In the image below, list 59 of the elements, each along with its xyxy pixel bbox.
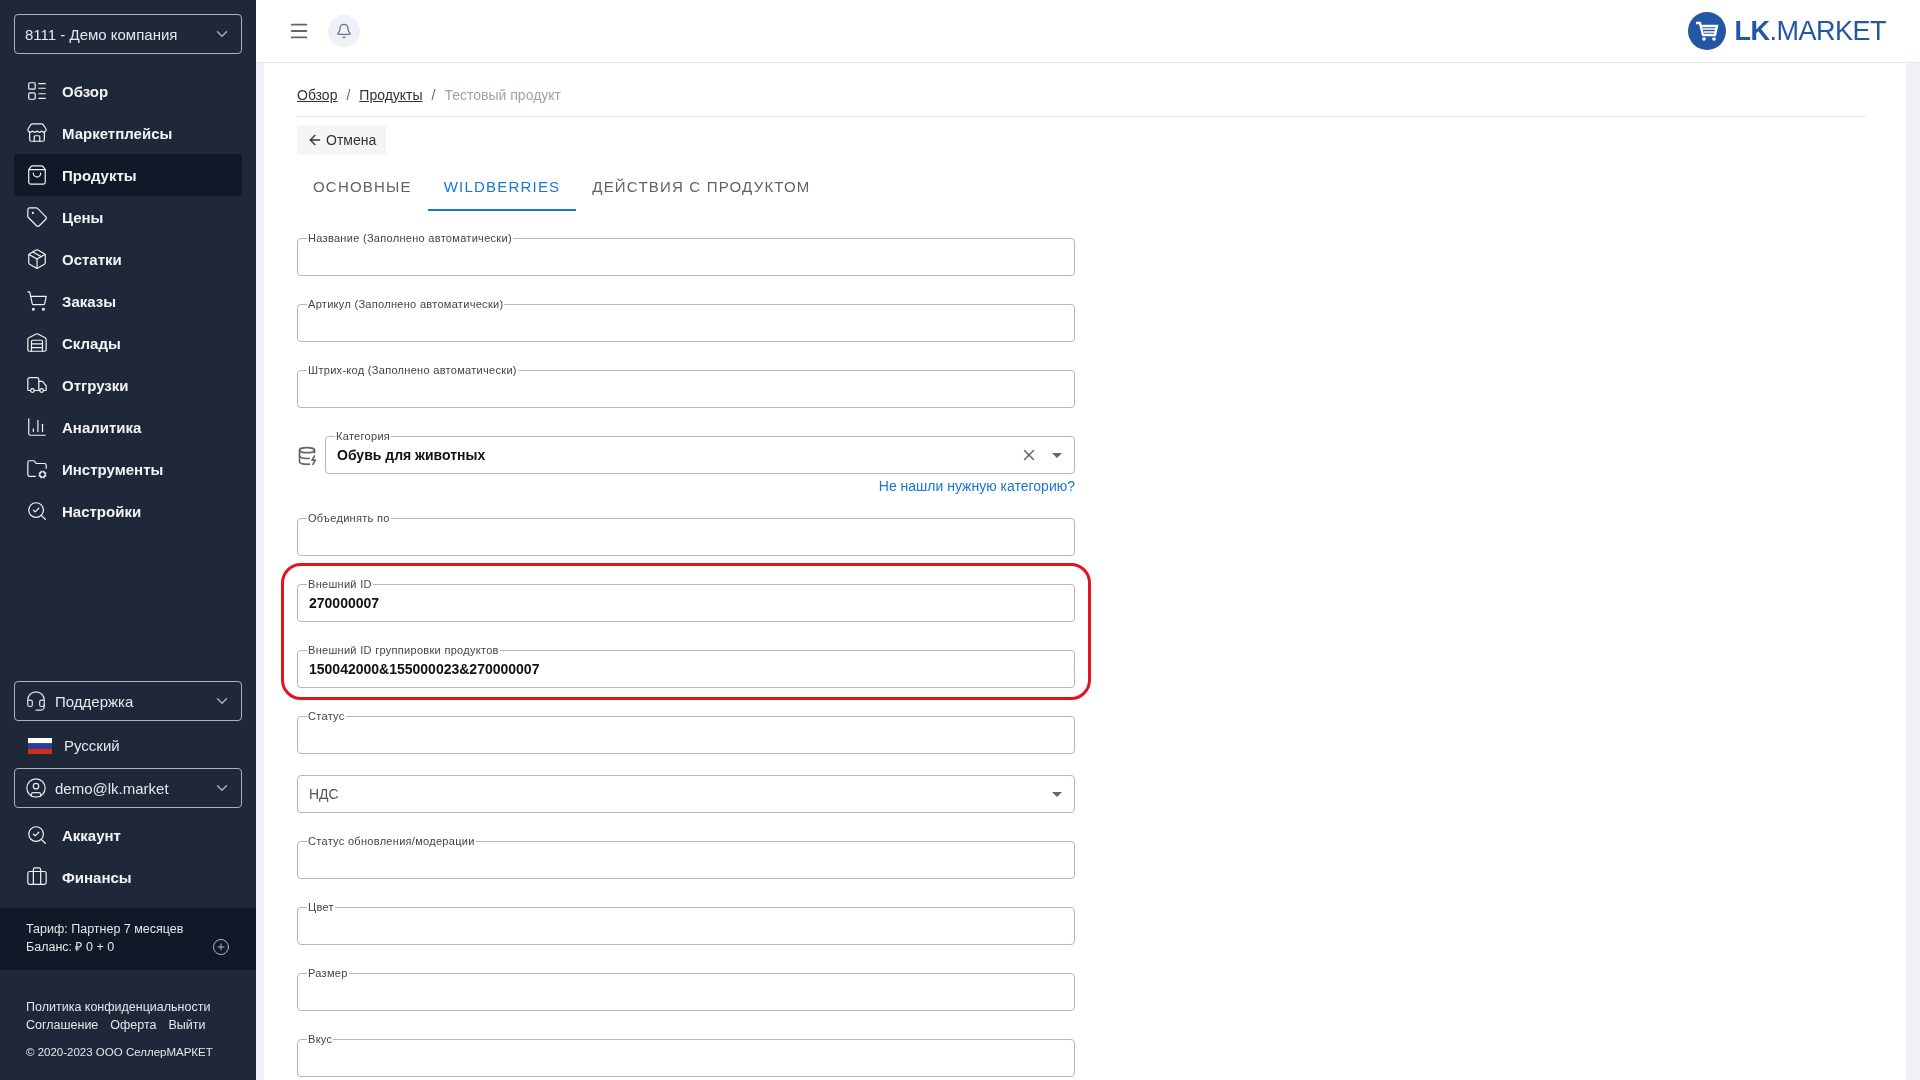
nav-icon xyxy=(26,80,48,102)
logo-text: LK.MARKET xyxy=(1734,15,1886,47)
language-selector[interactable]: Русский xyxy=(28,737,242,754)
nav-icon xyxy=(26,416,48,438)
nav-item[interactable]: Продукты xyxy=(14,154,242,196)
cart-logo-icon xyxy=(1688,12,1727,50)
tab[interactable]: ОСНОВНЫЕ xyxy=(297,163,428,211)
tariff-text: Тариф: Партнер 7 месяцев xyxy=(26,921,184,938)
nav-icon xyxy=(26,248,48,270)
nav-item[interactable]: Заказы xyxy=(14,280,242,322)
tab[interactable]: WILDBERRIES xyxy=(427,163,577,211)
cancel-button[interactable]: Отмена xyxy=(297,125,387,155)
nav-icon xyxy=(26,206,48,228)
nav-item[interactable]: Цены xyxy=(14,196,242,238)
support-select[interactable]: Поддержка xyxy=(14,681,242,721)
nav-item[interactable]: Остатки xyxy=(14,238,242,280)
footer-link[interactable]: Выйти xyxy=(168,1018,206,1032)
notification-button[interactable] xyxy=(328,15,360,47)
nav-item[interactable]: Инструменты xyxy=(14,448,242,490)
nav-icon xyxy=(26,122,48,144)
nav-icon xyxy=(26,290,48,312)
nav-item[interactable]: Склады xyxy=(14,322,242,364)
nav-icon xyxy=(26,824,48,846)
tab[interactable]: ДЕЙСТВИЯ С ПРОДУКТОМ xyxy=(576,163,827,211)
nav-icon xyxy=(26,500,48,522)
nav-item[interactable]: Настройки xyxy=(14,490,242,532)
current-page-label: Тестовый продукт xyxy=(444,86,561,103)
helper-link[interactable]: Не нашли нужную категорию? xyxy=(878,478,1075,494)
add-icon[interactable] xyxy=(212,938,230,956)
nav-icon xyxy=(26,332,48,354)
user-select[interactable]: demo@lk.market xyxy=(14,768,242,808)
user-icon xyxy=(25,777,47,799)
nav-item[interactable]: Маркетплейсы xyxy=(14,112,242,154)
footer-link[interactable]: Соглашение xyxy=(26,1018,99,1032)
breadcrumb-separator: / xyxy=(346,86,351,103)
nav-item[interactable]: Обзор xyxy=(14,70,242,112)
company-select[interactable]: 8111 - Демо компания xyxy=(14,14,242,54)
headset-icon xyxy=(25,690,47,712)
caret-icon[interactable] xyxy=(1052,791,1062,797)
breadcrumb-link[interactable]: Продукты xyxy=(359,86,423,103)
breadcrumb-separator: / xyxy=(431,86,436,103)
nav-item[interactable]: Аккаунт xyxy=(14,814,242,856)
select-field[interactable]: НДС xyxy=(297,775,1075,813)
caret-icon[interactable] xyxy=(1052,452,1062,458)
nav-icon xyxy=(26,458,48,480)
nav-icon xyxy=(26,164,48,186)
bell-icon xyxy=(336,23,352,39)
russian-flag-icon xyxy=(28,737,52,754)
balance-text: Баланс: ₽ 0 + 0 xyxy=(26,939,116,956)
footer-link[interactable]: Оферта xyxy=(110,1018,157,1032)
arrow-left-icon xyxy=(307,132,323,148)
breadcrumb-link[interactable]: Обзор xyxy=(297,86,338,103)
nav-item[interactable]: Финансы xyxy=(14,856,242,898)
nav-icon xyxy=(26,866,48,888)
nav-item[interactable]: Аналитика xyxy=(14,406,242,448)
footer-link[interactable]: Политика конфиденциальности xyxy=(26,1000,211,1014)
nav-item[interactable]: Отгрузки xyxy=(14,364,242,406)
copyright-text: © 2020-2023 ООО СеллерМАРКЕТ xyxy=(26,1046,214,1058)
nav-icon xyxy=(26,374,48,396)
